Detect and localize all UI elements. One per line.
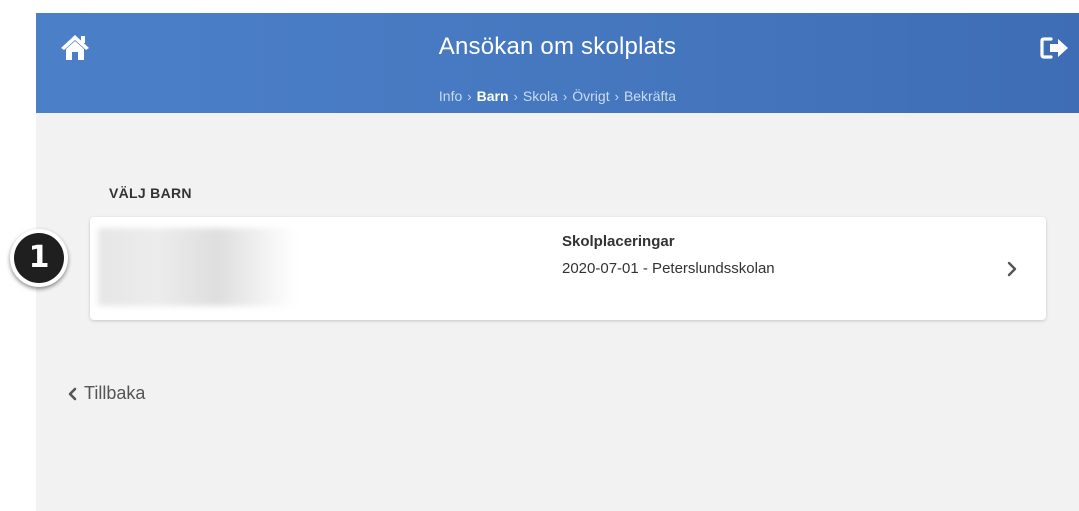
breadcrumb-separator: › bbox=[614, 89, 619, 104]
breadcrumb-skola[interactable]: Skola bbox=[523, 88, 558, 104]
breadcrumb-separator: › bbox=[513, 89, 518, 104]
page-title: Ansökan om skolplats bbox=[438, 33, 677, 60]
section-heading: VÄLJ BARN bbox=[109, 185, 192, 201]
sign-out-icon bbox=[1040, 37, 1068, 59]
breadcrumb-info[interactable]: Info bbox=[439, 88, 462, 104]
placement-label: Skolplaceringar bbox=[562, 233, 675, 250]
breadcrumb-ovrigt[interactable]: Övrigt bbox=[572, 88, 609, 104]
step-badge: 1 bbox=[10, 229, 68, 287]
child-card[interactable]: Skolplaceringar 2020-07-01 - Peterslunds… bbox=[90, 217, 1046, 320]
app-header: Ansökan om skolplats Info › Barn › Skola › Övr… bbox=[36, 13, 1079, 113]
breadcrumb-barn[interactable]: Barn bbox=[477, 88, 509, 104]
chevron-right-icon bbox=[1007, 261, 1017, 277]
back-label: Tillbaka bbox=[84, 383, 146, 403]
logout-button[interactable] bbox=[1040, 35, 1070, 61]
breadcrumb-bekrafta[interactable]: Bekräfta bbox=[624, 88, 676, 104]
placement-value: 2020-07-01 - Peterslundsskolan bbox=[562, 260, 775, 277]
app-frame: Ansökan om skolplats Info › Barn › Skola › Övr… bbox=[36, 13, 1079, 511]
back-link[interactable]: Tillbaka bbox=[68, 383, 145, 404]
breadcrumb-separator: › bbox=[562, 89, 568, 104]
breadcrumb-separator: › bbox=[467, 89, 472, 104]
step-badge-number: 1 bbox=[14, 233, 64, 283]
child-name-redacted bbox=[98, 228, 298, 306]
breadcrumb: Info › Barn › Skola › Övrigt › Bekräfta bbox=[36, 88, 1079, 104]
chevron-left-icon bbox=[68, 387, 77, 400]
